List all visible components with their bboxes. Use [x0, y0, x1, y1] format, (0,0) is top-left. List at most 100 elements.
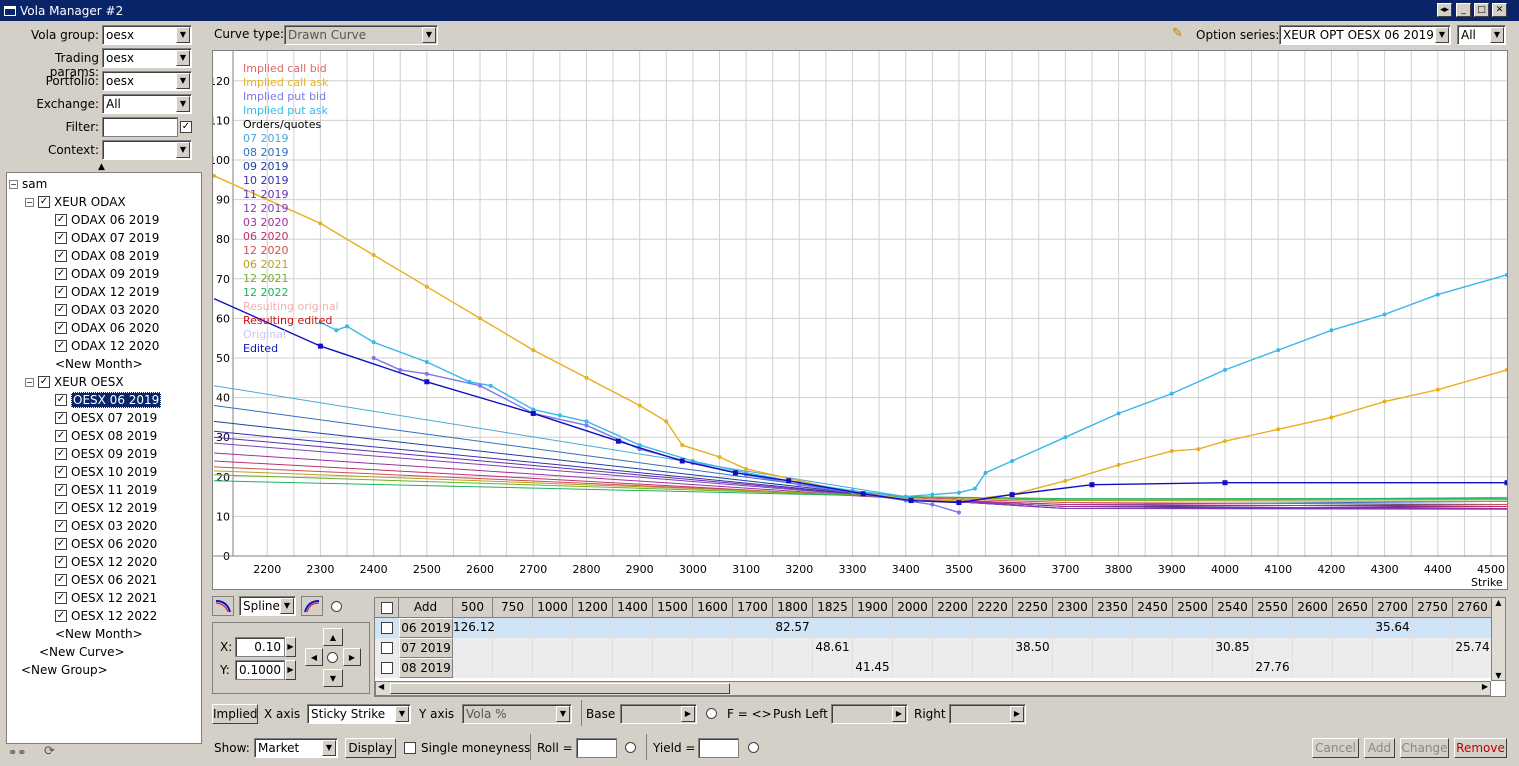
table-cell[interactable] — [1093, 618, 1133, 638]
table-cell[interactable] — [1213, 658, 1253, 678]
month-checkbox[interactable]: ✓ — [55, 304, 67, 316]
table-cell[interactable] — [1293, 618, 1333, 638]
table-cell[interactable] — [1333, 618, 1373, 638]
table-cell[interactable] — [653, 618, 693, 638]
tree-month-item[interactable]: ✓ OESX 10 2019 — [55, 463, 157, 481]
legend-item[interactable]: Implied put ask — [243, 104, 339, 118]
strike-column-header[interactable]: 1500 — [653, 598, 693, 618]
collapse-icon[interactable]: − — [25, 377, 34, 387]
tree-new-month[interactable]: <New Month> — [55, 625, 143, 643]
tree-new-curve[interactable]: <New Curve> — [39, 643, 125, 661]
group-checkbox[interactable]: ✓ — [38, 376, 50, 388]
collapse-up-icon[interactable]: ▲ — [98, 162, 105, 172]
trading-params-select[interactable]: oesx ▼ — [102, 48, 192, 68]
strike-column-header[interactable]: 2600 — [1293, 598, 1333, 618]
month-checkbox[interactable]: ✓ — [55, 520, 67, 532]
table-cell[interactable] — [1253, 618, 1293, 638]
table-cell[interactable] — [1173, 638, 1213, 658]
table-cell[interactable] — [613, 658, 653, 678]
table-cell[interactable] — [533, 658, 573, 678]
context-select[interactable]: ▼ — [102, 140, 192, 160]
table-cell[interactable] — [1333, 638, 1373, 658]
tree-month-item[interactable]: ✓ ODAX 06 2019 — [55, 211, 159, 229]
table-cell[interactable] — [933, 618, 973, 638]
table-cell[interactable] — [573, 658, 613, 678]
table-cell[interactable] — [573, 638, 613, 658]
strike-column-header[interactable]: 2700 — [1373, 598, 1413, 618]
month-checkbox[interactable]: ✓ — [55, 412, 67, 424]
scroll-down-icon[interactable]: ▼ — [1492, 671, 1505, 680]
y-axis-select[interactable]: Vola % ▼ — [462, 704, 572, 724]
month-checkbox[interactable]: ✓ — [55, 466, 67, 478]
table-cell[interactable] — [1333, 658, 1373, 678]
chart-svg[interactable]: 2200 2300 2400 2500 2600 2700 2800 2900 3000 3100… — [213, 51, 1507, 589]
table-cell[interactable] — [893, 638, 933, 658]
base-input[interactable]: ▶ — [620, 704, 697, 724]
month-checkbox[interactable]: ✓ — [55, 592, 67, 604]
vola-chart[interactable]: 2200 2300 2400 2500 2600 2700 2800 2900 3000 3100… — [212, 50, 1508, 590]
table-cell[interactable]: 82.57 — [773, 618, 813, 638]
tree-month-item[interactable]: ✓ ODAX 09 2019 — [55, 265, 159, 283]
refresh-icon[interactable]: ⟳ — [44, 744, 55, 759]
tree-month-item[interactable]: ✓ ODAX 07 2019 — [55, 229, 159, 247]
table-cell[interactable]: 38.50 — [1013, 638, 1053, 658]
strike-column-header[interactable]: 1600 — [693, 598, 733, 618]
month-checkbox[interactable]: ✓ — [55, 574, 67, 586]
center-radio[interactable] — [327, 652, 338, 663]
table-cell[interactable] — [853, 618, 893, 638]
table-cell[interactable] — [733, 658, 773, 678]
row-check-cell[interactable] — [375, 658, 399, 678]
roll-input[interactable] — [576, 738, 617, 758]
yield-input[interactable] — [698, 738, 739, 758]
table-cell[interactable] — [1293, 638, 1333, 658]
table-cell[interactable] — [933, 638, 973, 658]
table-cell[interactable] — [493, 638, 533, 658]
scroll-left-icon[interactable]: ◀ — [378, 682, 384, 691]
legend-item[interactable]: Implied call bid — [243, 62, 339, 76]
legend-item[interactable]: 12 2020 — [243, 244, 339, 258]
table-cell[interactable] — [653, 658, 693, 678]
move-up-button[interactable]: ▲ — [323, 628, 343, 646]
x-axis-select[interactable]: Sticky Strike ▼ — [307, 704, 411, 724]
strike-column-header[interactable]: 2760 — [1453, 598, 1493, 618]
strike-column-header[interactable]: 2540 — [1213, 598, 1253, 618]
tree-month-item[interactable]: ✓ ODAX 03 2020 — [55, 301, 159, 319]
table-cell[interactable]: 25.74 — [1453, 638, 1493, 658]
month-checkbox[interactable]: ✓ — [55, 214, 67, 226]
table-cell[interactable]: 41.45 — [853, 658, 893, 678]
strike-column-header[interactable]: 1700 — [733, 598, 773, 618]
filter-checkbox[interactable]: ✓ — [180, 121, 192, 133]
strike-column-header[interactable]: 2220 — [973, 598, 1013, 618]
table-cell[interactable] — [1053, 658, 1093, 678]
table-cell[interactable] — [533, 618, 573, 638]
table-cell[interactable] — [1373, 658, 1413, 678]
table-cell[interactable] — [1453, 618, 1493, 638]
strike-column-header[interactable]: 750 — [493, 598, 533, 618]
table-cell[interactable] — [693, 618, 733, 638]
strike-column-header[interactable]: 2250 — [1013, 598, 1053, 618]
table-cell[interactable] — [693, 638, 733, 658]
legend-item[interactable]: 12 2021 — [243, 272, 339, 286]
table-cell[interactable] — [613, 618, 653, 638]
strike-column-header[interactable]: 2500 — [1173, 598, 1213, 618]
tree-month-item[interactable]: ✓ ODAX 12 2020 — [55, 337, 159, 355]
y-step-arrow-icon[interactable]: ▶ — [285, 660, 296, 680]
month-checkbox[interactable]: ✓ — [55, 268, 67, 280]
table-cell[interactable] — [973, 658, 1013, 678]
row-label[interactable]: 06 2019 — [399, 618, 453, 638]
table-cell[interactable] — [973, 638, 1013, 658]
move-down-button[interactable]: ▼ — [323, 669, 343, 687]
minimize-button[interactable]: _ — [1456, 3, 1471, 17]
tree-month-item[interactable]: ✓ OESX 06 2019 — [55, 391, 162, 409]
row-checkbox[interactable] — [380, 661, 393, 674]
table-cell[interactable]: 35.64 — [1373, 618, 1413, 638]
vola-group-select[interactable]: oesx ▼ — [102, 25, 192, 45]
month-checkbox[interactable]: ✓ — [55, 430, 67, 442]
legend-item[interactable]: Edited — [243, 342, 339, 356]
strike-column-header[interactable]: 2650 — [1333, 598, 1373, 618]
y-step-input[interactable]: 0.1000 — [235, 660, 285, 680]
change-button[interactable]: Change — [1400, 738, 1449, 758]
legend-item[interactable]: 12 2022 — [243, 286, 339, 300]
remove-button[interactable]: Remove — [1454, 738, 1507, 758]
row-check-cell[interactable] — [375, 638, 399, 658]
